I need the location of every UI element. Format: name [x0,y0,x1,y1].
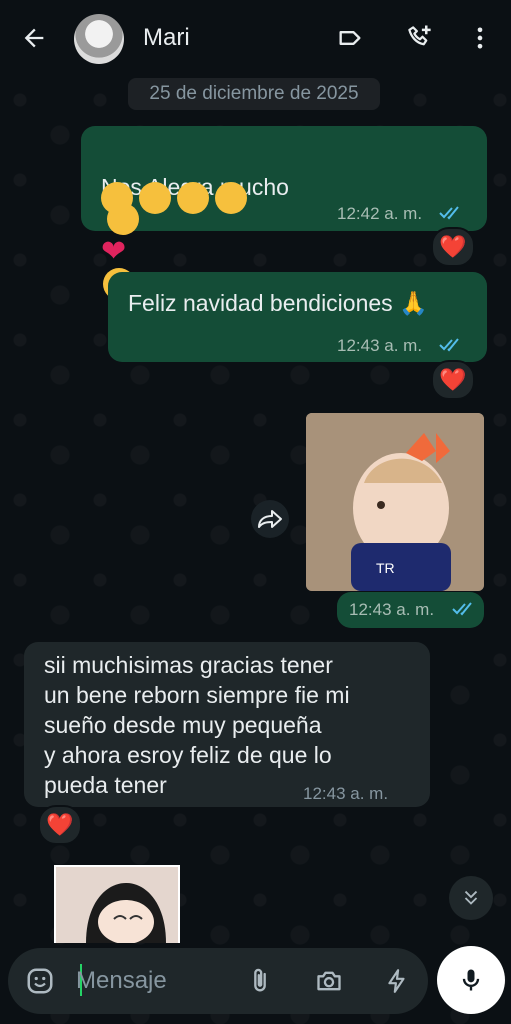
scroll-down-button[interactable] [449,876,493,920]
more-vert-icon[interactable] [460,18,500,58]
chat-header: Mari [0,0,511,76]
double-check-icon [439,206,459,220]
message-input[interactable] [74,960,238,1002]
partying-face-emoji-icon [139,182,171,214]
double-check-icon [439,338,459,352]
message-text: Feliz navidad bendiciones 🙏 [128,290,428,316]
shared-photo[interactable]: TR [306,413,484,591]
camera-icon[interactable] [311,963,347,999]
outgoing-message[interactable]: Feliz navidad bendiciones 🙏 12:43 a. m. [108,272,487,362]
mic-icon [462,969,480,991]
heart-reaction[interactable]: ❤️ [38,805,82,845]
shared-sticker[interactable] [54,865,180,943]
double-check-icon [452,602,472,616]
forward-icon[interactable] [251,500,289,538]
heart-reaction-emoji: ❤️ [439,234,467,259]
message-time: 12:42 a. m. [337,204,423,223]
message-time: 12:43 a. m. [303,784,389,803]
attach-icon[interactable] [242,963,278,999]
bolt-icon[interactable] [379,963,415,999]
date-chip: 25 de diciembre de 2025 [128,78,380,110]
heart-reaction-emoji: ❤️ [46,812,74,837]
svg-text:TR: TR [376,560,395,576]
heart-reaction[interactable]: ❤️ [431,227,475,267]
message-composer [8,948,428,1014]
add-call-icon[interactable] [400,18,440,58]
message-text: sii muchisimas gracias tener un bene reb… [44,652,350,798]
heart-reaction[interactable]: ❤️ [431,360,475,400]
partying-face-emoji-icon [215,182,247,214]
heart-reaction-emoji: ❤️ [439,367,467,392]
partying-face-emoji-icon [177,182,209,214]
message-time: 12:43 a. m. [337,336,423,355]
label-icon[interactable] [330,18,370,58]
message-time: 12:43 a. m. [349,600,435,619]
avatar[interactable] [74,14,124,64]
incoming-message[interactable]: sii muchisimas gracias tener un bene reb… [24,642,430,807]
heart-emoji-icon: ❤ [101,234,127,268]
emoji-icon[interactable] [22,963,58,999]
back-arrow-icon[interactable] [14,18,54,58]
outgoing-message[interactable]: Nos Alegra mucho ❤ 12:42 a. m. [81,126,487,300]
mic-button[interactable] [437,946,505,1014]
image-time-pill: 12:43 a. m. [337,592,484,628]
party-emoji-row [101,182,247,214]
contact-name[interactable]: Mari [143,24,190,52]
partying-face-emoji-icon [101,182,133,214]
chevron-double-down-icon [464,890,478,905]
